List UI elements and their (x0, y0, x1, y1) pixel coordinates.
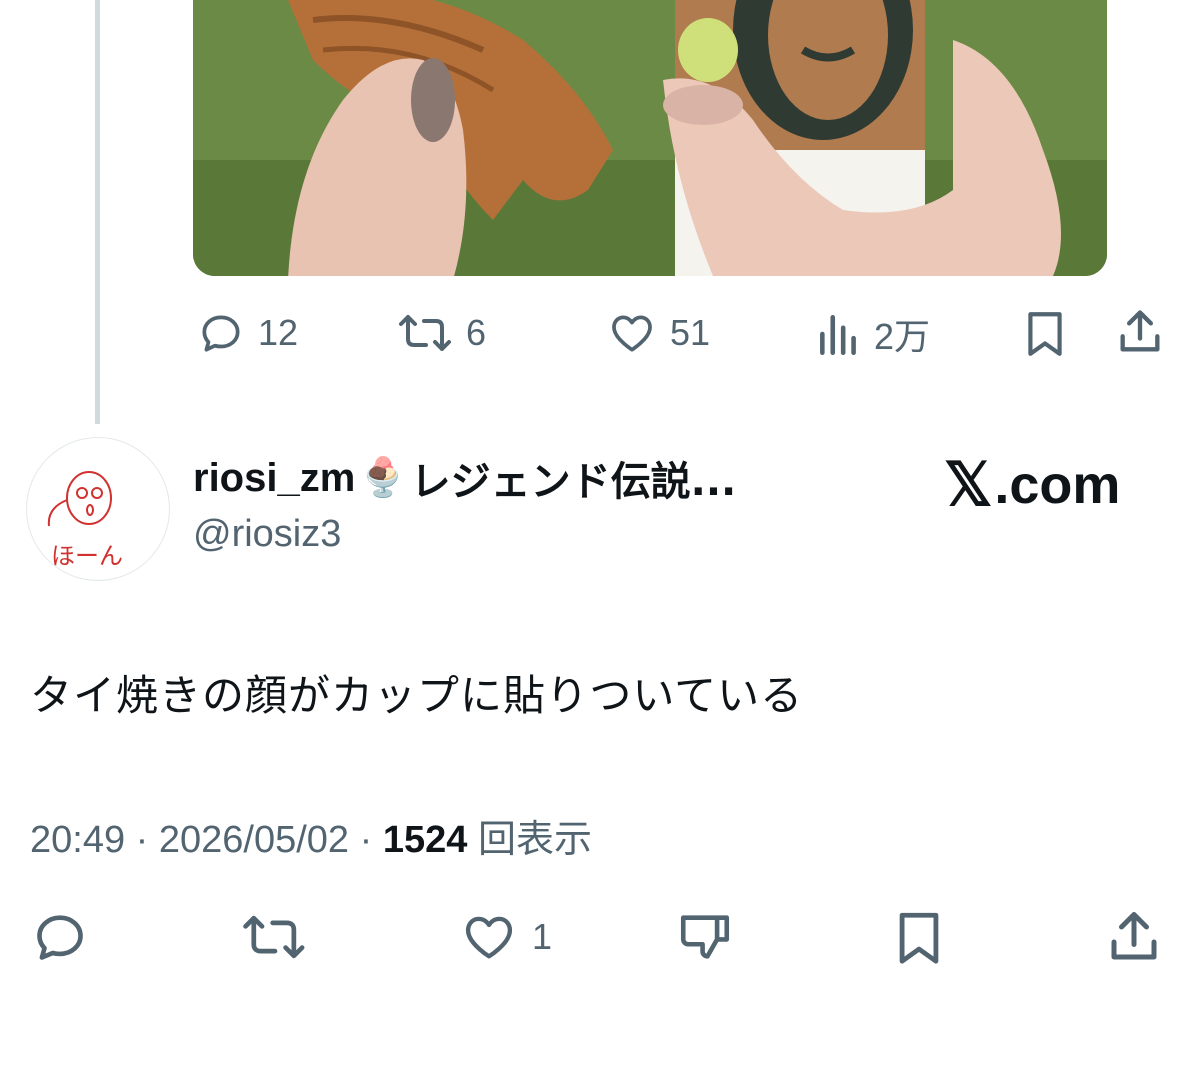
views-count: 2万 (874, 316, 931, 357)
brand-domain: .com (994, 455, 1121, 515)
author-name[interactable]: riosi_zm 🍨 レジェンド伝説... (193, 449, 736, 507)
dislike-button[interactable] (674, 908, 736, 966)
ice-cream-emoji: 🍨 (359, 457, 407, 499)
quoted-views-button[interactable]: 2万 (816, 308, 930, 360)
quoted-like-button[interactable]: 51 (606, 308, 710, 358)
like-icon (465, 916, 513, 959)
quoted-repost-button[interactable]: 6 (398, 308, 486, 358)
like-icon (612, 315, 652, 352)
quoted-bookmark-button[interactable] (1020, 308, 1070, 358)
share-icon (1120, 310, 1160, 352)
post-date[interactable]: 2026/05/02 (159, 819, 349, 861)
photo-illustration (193, 0, 1107, 276)
repost-button[interactable] (242, 908, 308, 966)
bookmark-icon (1028, 312, 1062, 356)
quoted-share-button[interactable] (1114, 306, 1166, 358)
post-metadata: 20:49 · 2026/05/02 · 1524 回表示 (30, 808, 592, 863)
reply-button[interactable] (30, 908, 90, 966)
bookmark-button[interactable] (890, 906, 948, 968)
post-time[interactable]: 20:49 (30, 819, 125, 861)
repost-count: 6 (466, 312, 487, 353)
like-count: 1 (532, 916, 553, 957)
avatar-label: ほーん (51, 542, 123, 570)
dislike-icon (680, 915, 730, 959)
views-label: 回表示 (477, 817, 592, 861)
avatar[interactable]: ほーん (26, 437, 170, 581)
reply-count: 12 (258, 312, 299, 353)
author-handle[interactable]: @riosiz3 (193, 513, 341, 556)
share-button[interactable] (1104, 906, 1164, 968)
meta-separator: · (135, 819, 159, 861)
post-text: タイ焼きの顔がカップに貼りついている (30, 671, 804, 720)
like-button[interactable]: 1 (458, 908, 552, 966)
meta-separator: · (359, 819, 383, 861)
bookmark-icon (899, 912, 939, 964)
repost-icon (399, 315, 451, 351)
post-photo[interactable] (193, 0, 1107, 276)
reply-icon (202, 315, 240, 352)
like-count: 51 (670, 312, 711, 353)
quoted-reply-button[interactable]: 12 (196, 308, 298, 358)
author-name-suffix: レジェンド伝説... (410, 459, 737, 505)
x-logo-icon: 𝕏 (944, 451, 993, 518)
reply-icon (37, 915, 83, 960)
share-icon (1111, 912, 1157, 960)
views-icon (820, 315, 856, 356)
views-number: 1524 (382, 819, 468, 861)
x-com-logo: 𝕏 .com (944, 450, 1120, 520)
thread-connector-line (95, 0, 100, 424)
author-display-name: riosi_zm (193, 455, 356, 500)
repost-icon (243, 915, 305, 959)
